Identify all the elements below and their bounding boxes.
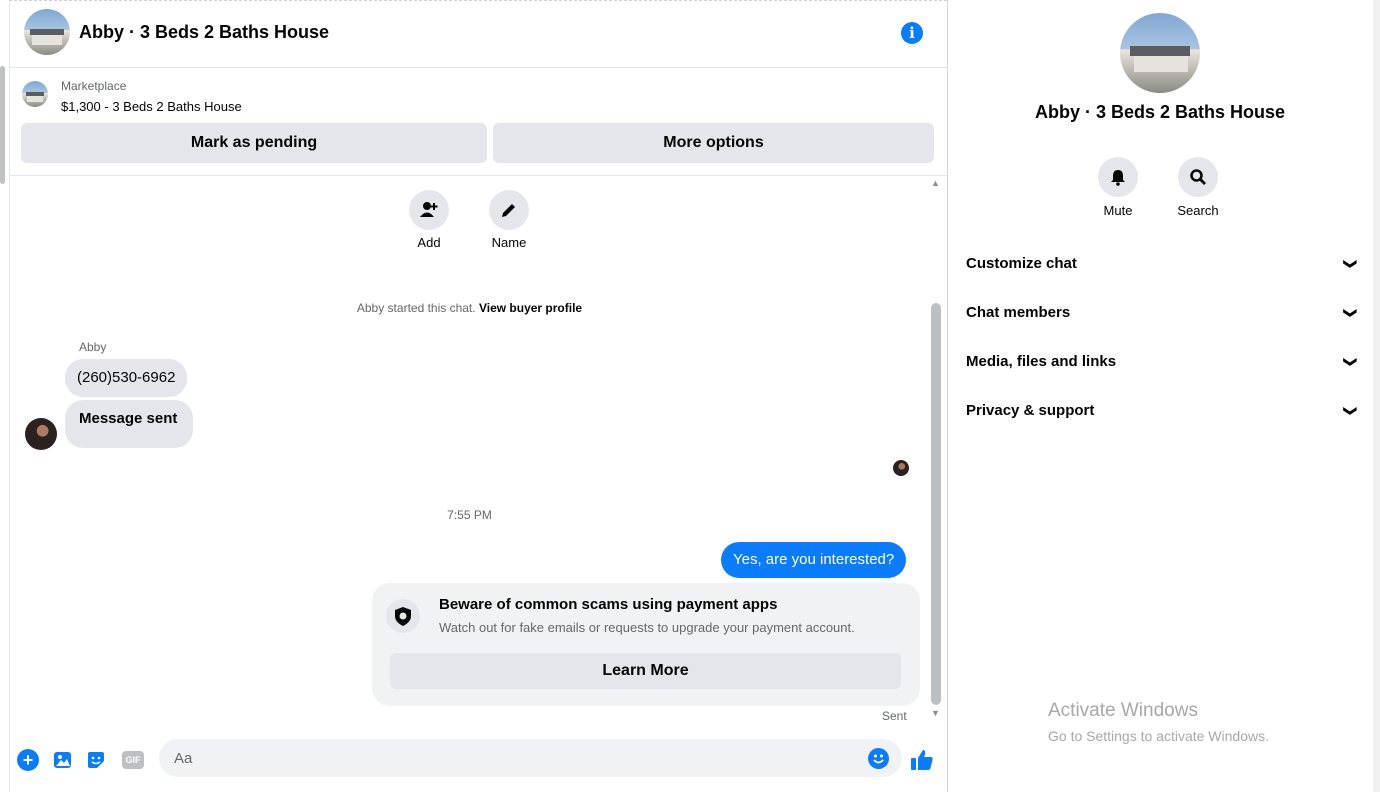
sender-name: Abby: [79, 340, 107, 354]
plus-icon[interactable]: +: [17, 749, 39, 771]
chat-started-notice: Abby started this chat. View buyer profi…: [9, 301, 930, 315]
search-button[interactable]: [1178, 157, 1218, 197]
chat-pane: Abby · 3 Beds 2 Baths House i Marketplac…: [9, 0, 948, 792]
search-icon: [1190, 169, 1206, 185]
chevron-down-icon: ❯: [1343, 405, 1359, 417]
section-chat-members[interactable]: Chat members ❯: [966, 295, 1359, 331]
section-label: Chat members: [966, 304, 1071, 321]
chat-started-text: Abby started this chat.: [356, 301, 476, 315]
add-person-icon: [420, 202, 438, 217]
left-scrollbar-thumb[interactable]: [0, 66, 5, 184]
message-input-placeholder: Aa: [174, 750, 193, 767]
conversation-avatar[interactable]: [24, 9, 70, 55]
pencil-icon: [502, 204, 515, 217]
view-buyer-profile-link[interactable]: View buyer profile: [479, 301, 582, 315]
section-label: Customize chat: [966, 255, 1077, 272]
photo-icon[interactable]: [52, 749, 74, 771]
listing-thumbnail[interactable]: [22, 81, 48, 107]
more-options-button[interactable]: More options: [493, 123, 934, 163]
add-people-button[interactable]: [409, 190, 449, 230]
section-privacy-support[interactable]: Privacy & support ❯: [966, 393, 1359, 429]
outgoing-message[interactable]: Yes, are you interested?: [721, 542, 907, 578]
name-label: Name: [491, 235, 527, 250]
section-label: Privacy & support: [966, 402, 1095, 419]
chat-header: Abby · 3 Beds 2 Baths House i: [9, 0, 947, 68]
activate-windows-title: Activate Windows: [1048, 700, 1198, 721]
emoji-icon[interactable]: [868, 748, 889, 769]
section-customize-chat[interactable]: Customize chat ❯: [966, 246, 1359, 282]
message-timestamp: 7:55 PM: [447, 508, 492, 522]
add-label: Add: [417, 235, 441, 250]
message-input[interactable]: Aa: [159, 739, 902, 777]
conversation-title[interactable]: Abby · 3 Beds 2 Baths House: [79, 22, 329, 43]
chevron-down-icon: ❯: [1343, 356, 1359, 368]
window-scrollbar[interactable]: [1373, 0, 1380, 792]
section-label: Media, files and links: [966, 353, 1117, 370]
incoming-message-phone[interactable]: (260)530-6962: [65, 359, 188, 397]
details-avatar[interactable]: [1120, 13, 1200, 93]
chevron-down-icon: ❯: [1343, 258, 1359, 270]
scam-warning-body: Watch out for fake emails or requests to…: [439, 620, 855, 635]
sticker-icon[interactable]: [85, 749, 107, 771]
conversation-details-pane: Abby · 3 Beds 2 Baths House Mute Search …: [948, 0, 1380, 792]
chevron-down-icon: ❯: [1343, 307, 1359, 319]
learn-more-button[interactable]: Learn More: [390, 653, 901, 689]
listing-title[interactable]: $1,300 - 3 Beds 2 Baths House: [61, 99, 242, 114]
shield-icon: [386, 599, 420, 633]
like-thumbs-up-icon[interactable]: [909, 747, 935, 773]
name-chat-button[interactable]: [489, 190, 529, 230]
read-receipt-avatar: [893, 460, 909, 476]
scroll-up-arrow-icon[interactable]: ▲: [931, 178, 940, 188]
gif-icon[interactable]: GIF: [122, 751, 144, 769]
scroll-down-arrow-icon[interactable]: ▼: [931, 708, 940, 718]
incoming-message-sent[interactable]: Message sent: [65, 400, 194, 448]
activate-windows-subtitle: Go to Settings to activate Windows.: [1048, 728, 1269, 744]
marketplace-label: Marketplace: [61, 79, 127, 93]
mark-as-pending-button[interactable]: Mark as pending: [21, 123, 487, 163]
mute-label: Mute: [1103, 203, 1133, 218]
scam-warning-title: Beware of common scams using payment app…: [439, 596, 778, 613]
mute-button[interactable]: [1098, 157, 1138, 197]
chat-scrollbar-thumb[interactable]: [931, 303, 941, 705]
section-media-files-links[interactable]: Media, files and links ❯: [966, 344, 1359, 380]
message-status: Sent: [882, 709, 907, 723]
details-title: Abby · 3 Beds 2 Baths House: [1034, 102, 1286, 122]
marketplace-listing-block: Marketplace $1,300 - 3 Beds 2 Baths Hous…: [9, 67, 947, 176]
info-icon[interactable]: i: [901, 22, 923, 44]
sender-avatar[interactable]: [25, 418, 57, 450]
scam-warning-card: Beware of common scams using payment app…: [372, 583, 920, 706]
bell-icon: [1111, 170, 1125, 186]
search-label: Search: [1177, 203, 1219, 218]
